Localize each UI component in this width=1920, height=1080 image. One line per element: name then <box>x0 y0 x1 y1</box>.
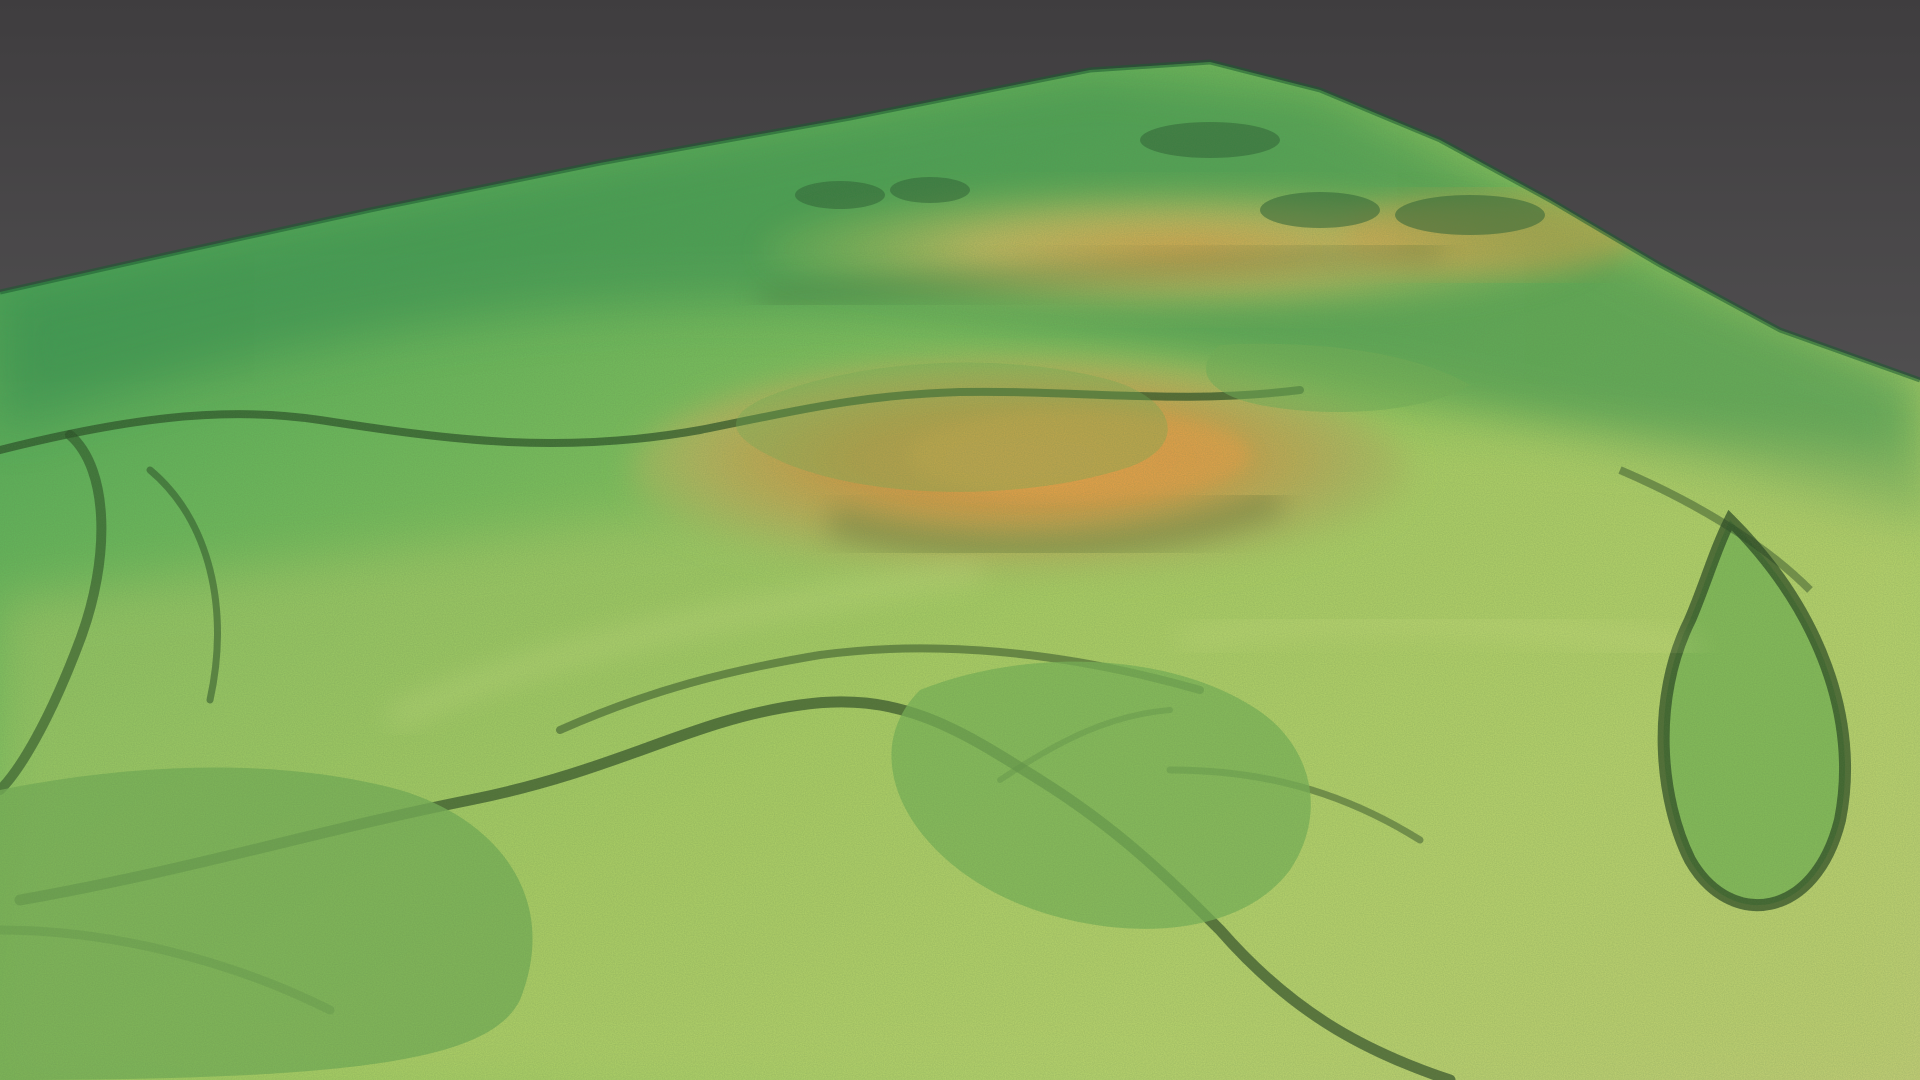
terrain-render <box>0 0 1920 1080</box>
